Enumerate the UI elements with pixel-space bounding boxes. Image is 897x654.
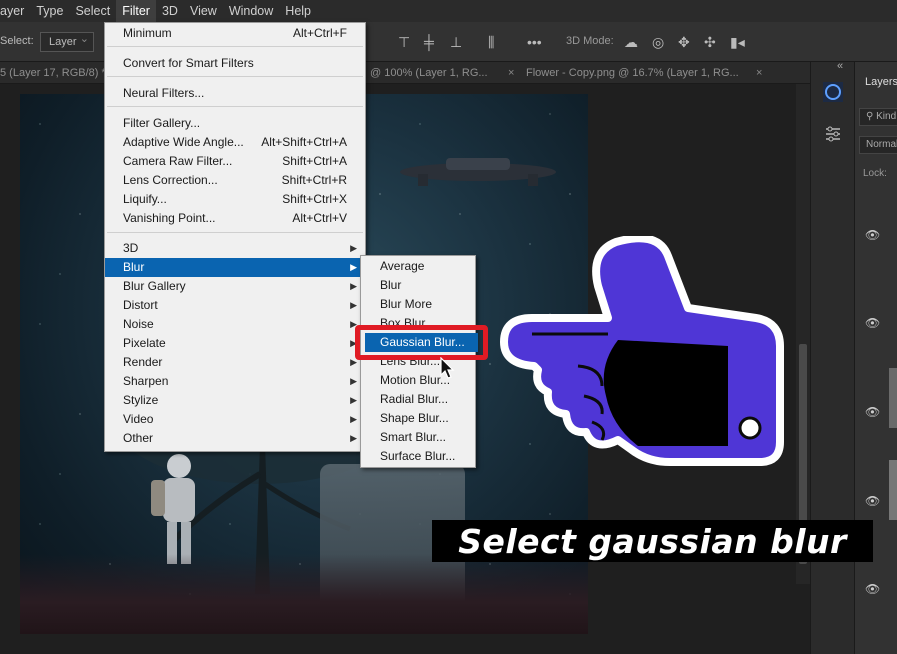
submenu-item-radial-blur[interactable]: Radial Blur... [361, 390, 475, 409]
menu-type[interactable]: Type [30, 0, 69, 22]
layer-thumbnail[interactable] [889, 460, 897, 520]
auto-select-dropdown[interactable]: Layer [40, 30, 94, 52]
adjustments-icon[interactable] [823, 124, 843, 144]
visibility-eye-icon[interactable]: 👁 [865, 494, 880, 508]
tab-close-icon[interactable]: × [756, 62, 762, 84]
search-icon: ⚲ [866, 111, 877, 122]
visibility-eye-icon[interactable]: 👁 [865, 228, 880, 242]
submenu-item-blur-more[interactable]: Blur More [361, 295, 475, 314]
more-options-icon[interactable]: ••• [527, 34, 542, 50]
ground-foliage [20, 554, 588, 634]
submenu-item-gaussian-blur[interactable]: Gaussian Blur... [365, 333, 478, 352]
menu-item-distort[interactable]: Distort ▶ [105, 296, 365, 315]
menu-window[interactable]: Window [223, 0, 279, 22]
visibility-eye-icon[interactable]: 👁 [865, 316, 880, 330]
3d-pan-icon[interactable]: ✥ [678, 34, 690, 50]
tab-close-icon[interactable]: × [508, 62, 514, 84]
3d-slide-icon[interactable]: ✣ [704, 34, 716, 50]
astronaut-image [151, 454, 195, 564]
layers-panel-title: Layers [865, 76, 897, 88]
tutorial-caption: Select gaussian blur [432, 520, 873, 562]
menu-separator [107, 232, 363, 233]
menu-3d[interactable]: 3D [156, 0, 184, 22]
menu-item-filter-gallery[interactable]: Filter Gallery... [105, 114, 365, 133]
3d-camera-icon[interactable]: ▮◂ [730, 34, 745, 50]
tab-layer-17[interactable]: 5 (Layer 17, RGB/8) * [0, 62, 106, 84]
menu-filter[interactable]: Filter [116, 0, 156, 22]
menu-select[interactable]: Select [69, 0, 116, 22]
layer-thumbnail[interactable] [889, 368, 897, 428]
menu-item-3d[interactable]: 3D ▶ [105, 239, 365, 258]
submenu-arrow-icon: ▶ [350, 433, 357, 443]
spaceship-image [400, 158, 556, 186]
color-wheel-icon[interactable] [823, 82, 843, 102]
submenu-arrow-icon: ▶ [350, 376, 357, 386]
layer-filter-search[interactable]: ⚲ Kind [859, 108, 897, 126]
menu-layer[interactable]: ayer [0, 0, 30, 22]
submenu-item-blur[interactable]: Blur [361, 276, 475, 295]
menu-separator [107, 76, 363, 77]
align-vcenter-icon[interactable]: ╪ [424, 34, 434, 50]
menu-item-convert-smart-filters[interactable]: Convert for Smart Filters [105, 54, 365, 73]
submenu-arrow-icon: ▶ [350, 281, 357, 291]
menu-item-vanishing-point[interactable]: Vanishing Point... Alt+Ctrl+V [105, 209, 365, 228]
menu-view[interactable]: View [184, 0, 223, 22]
submenu-item-shape-blur[interactable]: Shape Blur... [361, 409, 475, 428]
menu-item-stylize[interactable]: Stylize ▶ [105, 391, 365, 410]
menu-item-lens-correction[interactable]: Lens Correction... Shift+Ctrl+R [105, 171, 365, 190]
collapse-chevron-icon[interactable]: « [837, 60, 843, 72]
menu-bar: ayer Type Select Filter 3D View Window H… [0, 0, 897, 22]
layer-filter-kind: Kind [876, 111, 897, 122]
submenu-item-surface-blur[interactable]: Surface Blur... [361, 447, 475, 466]
3d-roll-icon[interactable]: ◎ [652, 34, 664, 50]
menu-item-neural-filters[interactable]: Neural Filters... [105, 84, 365, 103]
menu-separator [107, 46, 363, 47]
menu-item-adaptive-wide-angle[interactable]: Adaptive Wide Angle... Alt+Shift+Ctrl+A [105, 133, 365, 152]
submenu-arrow-icon: ▶ [350, 300, 357, 310]
menu-help[interactable]: Help [279, 0, 317, 22]
align-bottom-icon[interactable]: ⊥ [450, 34, 462, 50]
gaussian-blur-highlight-box: Gaussian Blur... [355, 325, 488, 360]
3d-mode-label: 3D Mode: [566, 35, 614, 47]
menu-item-sharpen[interactable]: Sharpen ▶ [105, 372, 365, 391]
submenu-item-motion-blur[interactable]: Motion Blur... [361, 371, 475, 390]
submenu-item-average[interactable]: Average [361, 257, 475, 276]
visibility-eye-icon[interactable]: 👁 [865, 405, 880, 419]
menu-item-pixelate[interactable]: Pixelate ▶ [105, 334, 365, 353]
lock-label: Lock: [863, 168, 887, 179]
tab-layer-1[interactable]: @ 100% (Layer 1, RG... [370, 62, 488, 84]
align-top-icon[interactable]: ⊤ [398, 34, 410, 50]
visibility-eye-icon[interactable]: 👁 [865, 582, 880, 596]
tab-flower-copy[interactable]: Flower - Copy.png @ 16.7% (Layer 1, RG..… [526, 62, 739, 84]
menu-separator [107, 106, 363, 107]
3d-orbit-icon[interactable]: ☁ [624, 34, 638, 50]
menu-item-minimum[interactable]: Minimum Alt+Ctrl+F [105, 24, 365, 43]
submenu-arrow-icon: ▶ [350, 414, 357, 424]
panel-dock: « [810, 60, 854, 654]
pointing-hand-icon [500, 236, 784, 466]
mouse-cursor-icon [440, 357, 455, 379]
caption-text: Select gaussian blur [458, 521, 847, 561]
auto-select-label: Select: [0, 35, 34, 47]
menu-item-liquify[interactable]: Liquify... Shift+Ctrl+X [105, 190, 365, 209]
submenu-arrow-icon: ▶ [350, 262, 357, 272]
menu-item-camera-raw[interactable]: Camera Raw Filter... Shift+Ctrl+A [105, 152, 365, 171]
menu-item-render[interactable]: Render ▶ [105, 353, 365, 372]
layers-panel: Layers ⚲ Kind Normal Lock: 👁 👁 👁 👁 👁 [854, 62, 897, 654]
submenu-item-smart-blur[interactable]: Smart Blur... [361, 428, 475, 447]
menu-item-blur[interactable]: Blur ▶ [105, 258, 365, 277]
submenu-arrow-icon: ▶ [350, 395, 357, 405]
menu-item-noise[interactable]: Noise ▶ [105, 315, 365, 334]
menu-item-blur-gallery[interactable]: Blur Gallery ▶ [105, 277, 365, 296]
menu-item-other[interactable]: Other ▶ [105, 429, 365, 448]
blur-submenu: Average Blur Blur More Box Blur... Lens … [360, 255, 476, 468]
distribute-icon[interactable]: ⫼ [488, 34, 494, 50]
filter-menu: Minimum Alt+Ctrl+F Convert for Smart Filt… [104, 22, 366, 452]
menu-item-video[interactable]: Video ▶ [105, 410, 365, 429]
blend-mode-dropdown[interactable]: Normal [859, 136, 897, 154]
submenu-arrow-icon: ▶ [350, 243, 357, 253]
canvas-scrollbar[interactable] [796, 84, 810, 584]
